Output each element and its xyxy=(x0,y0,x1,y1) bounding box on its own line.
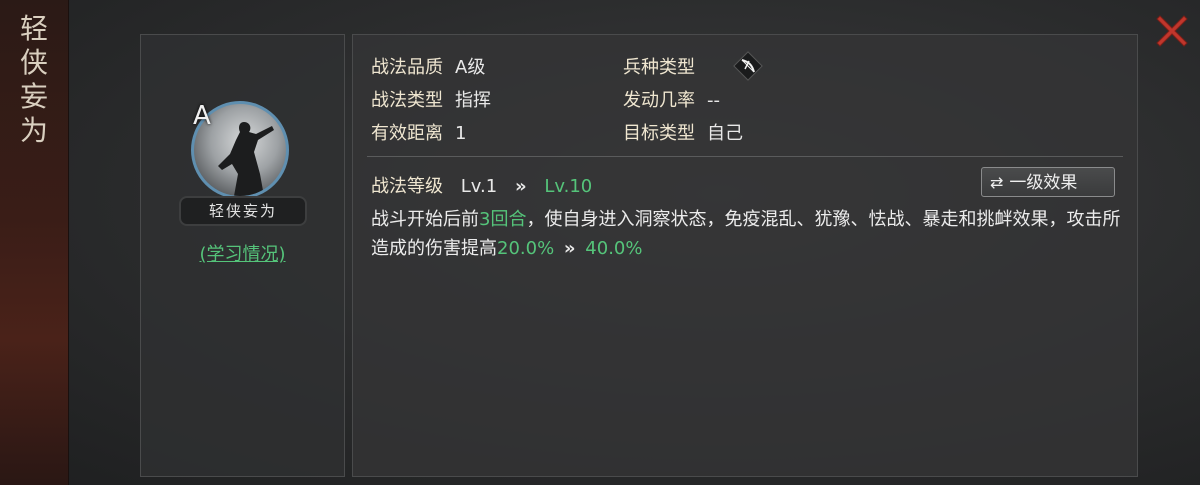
vertical-skill-title: 轻 侠 妄 为 xyxy=(14,12,54,148)
title-char: 轻 xyxy=(19,12,48,45)
skill-detail-panel: 战法品质 A级 兵种类型 战法类型 指挥 发动几率 -- 有效距离 1 目标类型 自己 战… xyxy=(352,34,1138,477)
arms-label: 兵种类型 xyxy=(623,57,695,78)
close-icon[interactable] xyxy=(1152,10,1192,50)
arms-row: 兵种类型 xyxy=(623,53,695,79)
quality-row: 战法品质 A级 xyxy=(371,53,485,79)
quality-value: A级 xyxy=(455,57,486,78)
effect-button-label: 一级效果 xyxy=(1009,173,1078,193)
skill-portrait-panel: A 轻侠妄为 (学习情况) xyxy=(140,34,345,477)
title-char: 侠 xyxy=(19,46,48,79)
rate-value: -- xyxy=(707,90,720,111)
range-label: 有效距离 xyxy=(371,123,443,144)
level-row: 战法等级 Lv.1 » Lv.10 xyxy=(371,172,592,198)
level-arrows-icon: » xyxy=(514,176,527,197)
grade-letter: A xyxy=(193,101,211,131)
desc-arrows-icon: » xyxy=(563,238,576,259)
left-title-strip: 轻 侠 妄 为 xyxy=(0,0,69,485)
type-row: 战法类型 指挥 xyxy=(371,86,491,112)
level-label: 战法等级 xyxy=(371,176,443,197)
skill-name-banner: 轻侠妄为 xyxy=(181,198,305,224)
title-char: 为 xyxy=(19,114,48,147)
swap-icon: ⇄ xyxy=(990,173,1004,192)
skill-description: 战斗开始后前3回合，使自身进入洞察状态，免疫混乱、犹豫、怯战、暴走和挑衅效果，攻… xyxy=(371,205,1121,263)
title-char: 妄 xyxy=(19,80,48,113)
study-status-link[interactable]: (学习情况) xyxy=(141,240,344,266)
range-row: 有效距离 1 xyxy=(371,119,466,145)
type-value: 指挥 xyxy=(455,90,491,111)
close-button[interactable] xyxy=(1152,10,1192,50)
range-value: 1 xyxy=(455,123,467,144)
level-current: Lv.1 xyxy=(460,176,498,197)
rate-label: 发动几率 xyxy=(623,90,695,111)
desc-damage-to: 40.0% xyxy=(585,238,643,259)
level-effect-button[interactable]: ⇄ 一级效果 xyxy=(981,167,1115,197)
desc-damage-from: 20.0% xyxy=(497,238,555,259)
rate-row: 发动几率 -- xyxy=(623,86,720,112)
level-max: Lv.10 xyxy=(544,176,593,197)
target-label: 目标类型 xyxy=(623,123,695,144)
target-row: 目标类型 自己 xyxy=(623,119,743,145)
quality-label: 战法品质 xyxy=(371,57,443,78)
desc-text-1: 战斗开始后前 xyxy=(371,209,479,230)
divider xyxy=(367,156,1123,157)
type-label: 战法类型 xyxy=(371,90,443,111)
target-value: 自己 xyxy=(707,123,743,144)
bow-icon xyxy=(733,51,763,81)
desc-rounds: 3回合 xyxy=(479,209,527,230)
